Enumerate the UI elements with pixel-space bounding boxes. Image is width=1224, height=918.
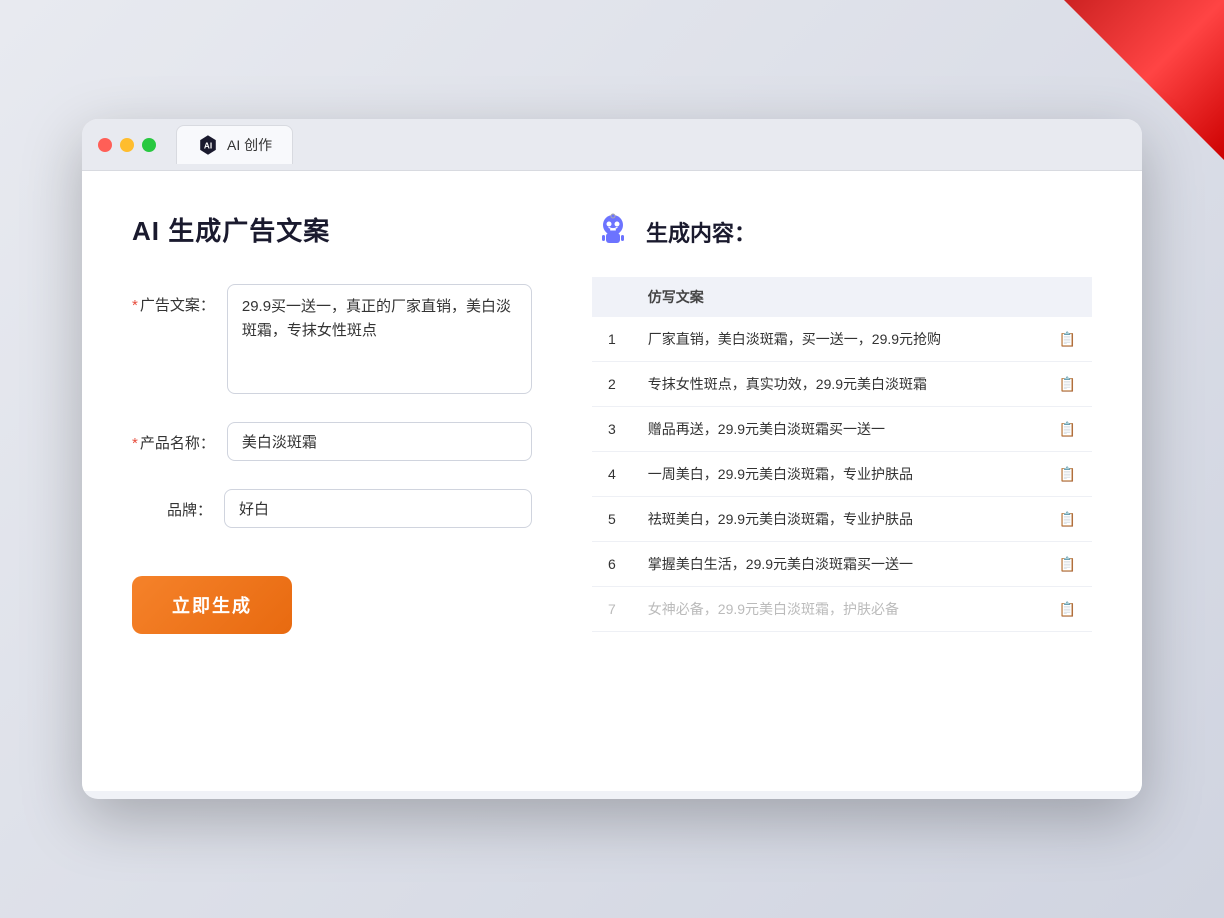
product-name-required: * [132,435,138,452]
col-copy-header [1031,277,1092,317]
row-number: 7 [592,587,632,632]
ad-copy-label: *广告文案： [132,284,215,315]
product-name-input[interactable] [227,422,532,461]
row-number: 2 [592,362,632,407]
product-name-group: *产品名称： [132,422,532,461]
copy-button[interactable]: 📋 [1031,497,1092,542]
traffic-lights [98,138,156,152]
tab-label: AI 创作 [227,135,272,155]
row-content: 掌握美白生活，29.9元美白淡斑霜买一送一 [632,542,1031,587]
result-header: 生成内容： [592,211,1092,253]
row-content: 赠品再送，29.9元美白淡斑霜买一送一 [632,407,1031,452]
brand-label: 品牌： [132,489,212,520]
title-bar: AI AI 创作 [82,119,1142,171]
table-row: 4一周美白，29.9元美白淡斑霜，专业护肤品📋 [592,452,1092,497]
row-content: 祛斑美白，29.9元美白淡斑霜，专业护肤品 [632,497,1031,542]
right-panel: 生成内容： 仿写文案 1厂家直销，美白淡斑霜，买一送一，29.9元抢购📋2专抹女… [592,211,1092,751]
copy-button[interactable]: 📋 [1031,362,1092,407]
row-number: 4 [592,452,632,497]
row-number: 6 [592,542,632,587]
copy-button[interactable]: 📋 [1031,407,1092,452]
table-row: 3赠品再送，29.9元美白淡斑霜买一送一📋 [592,407,1092,452]
copy-button[interactable]: 📋 [1031,317,1092,362]
svg-text:AI: AI [204,142,212,151]
page-title: AI 生成广告文案 [132,211,532,248]
col-num-header [592,277,632,317]
close-button[interactable] [98,138,112,152]
table-header-row: 仿写文案 [592,277,1092,317]
brand-input[interactable] [224,489,532,528]
generate-button[interactable]: 立即生成 [132,576,292,634]
result-table: 仿写文案 1厂家直销，美白淡斑霜，买一送一，29.9元抢购📋2专抹女性斑点，真实… [592,277,1092,632]
row-number: 5 [592,497,632,542]
ai-tab-icon: AI [197,134,219,156]
row-content: 专抹女性斑点，真实功效，29.9元美白淡斑霜 [632,362,1031,407]
ad-copy-input[interactable]: 29.9买一送一，真正的厂家直销，美白淡斑霜，专抹女性斑点 [227,284,532,394]
copy-button[interactable]: 📋 [1031,542,1092,587]
table-row: 2专抹女性斑点，真实功效，29.9元美白淡斑霜📋 [592,362,1092,407]
left-panel: AI 生成广告文案 *广告文案： 29.9买一送一，真正的厂家直销，美白淡斑霜，… [132,211,532,751]
robot-icon [592,211,634,253]
table-row: 7女神必备，29.9元美白淡斑霜，护肤必备📋 [592,587,1092,632]
copy-button[interactable]: 📋 [1031,452,1092,497]
main-content: AI 生成广告文案 *广告文案： 29.9买一送一，真正的厂家直销，美白淡斑霜，… [82,171,1142,791]
ad-copy-required: * [132,297,138,314]
result-title: 生成内容： [646,216,756,248]
row-number: 1 [592,317,632,362]
table-row: 1厂家直销，美白淡斑霜，买一送一，29.9元抢购📋 [592,317,1092,362]
row-content: 一周美白，29.9元美白淡斑霜，专业护肤品 [632,452,1031,497]
row-content: 女神必备，29.9元美白淡斑霜，护肤必备 [632,587,1031,632]
ai-tab[interactable]: AI AI 创作 [176,125,293,164]
table-row: 6掌握美白生活，29.9元美白淡斑霜买一送一📋 [592,542,1092,587]
maximize-button[interactable] [142,138,156,152]
brand-group: 品牌： [132,489,532,528]
col-content-header: 仿写文案 [632,277,1031,317]
row-number: 3 [592,407,632,452]
copy-button[interactable]: 📋 [1031,587,1092,632]
table-row: 5祛斑美白，29.9元美白淡斑霜，专业护肤品📋 [592,497,1092,542]
product-name-label: *产品名称： [132,422,215,453]
ad-copy-group: *广告文案： 29.9买一送一，真正的厂家直销，美白淡斑霜，专抹女性斑点 [132,284,532,394]
browser-window: AI AI 创作 AI 生成广告文案 *广告文案： 29.9买一送一，真正的厂家… [82,119,1142,799]
minimize-button[interactable] [120,138,134,152]
row-content: 厂家直销，美白淡斑霜，买一送一，29.9元抢购 [632,317,1031,362]
